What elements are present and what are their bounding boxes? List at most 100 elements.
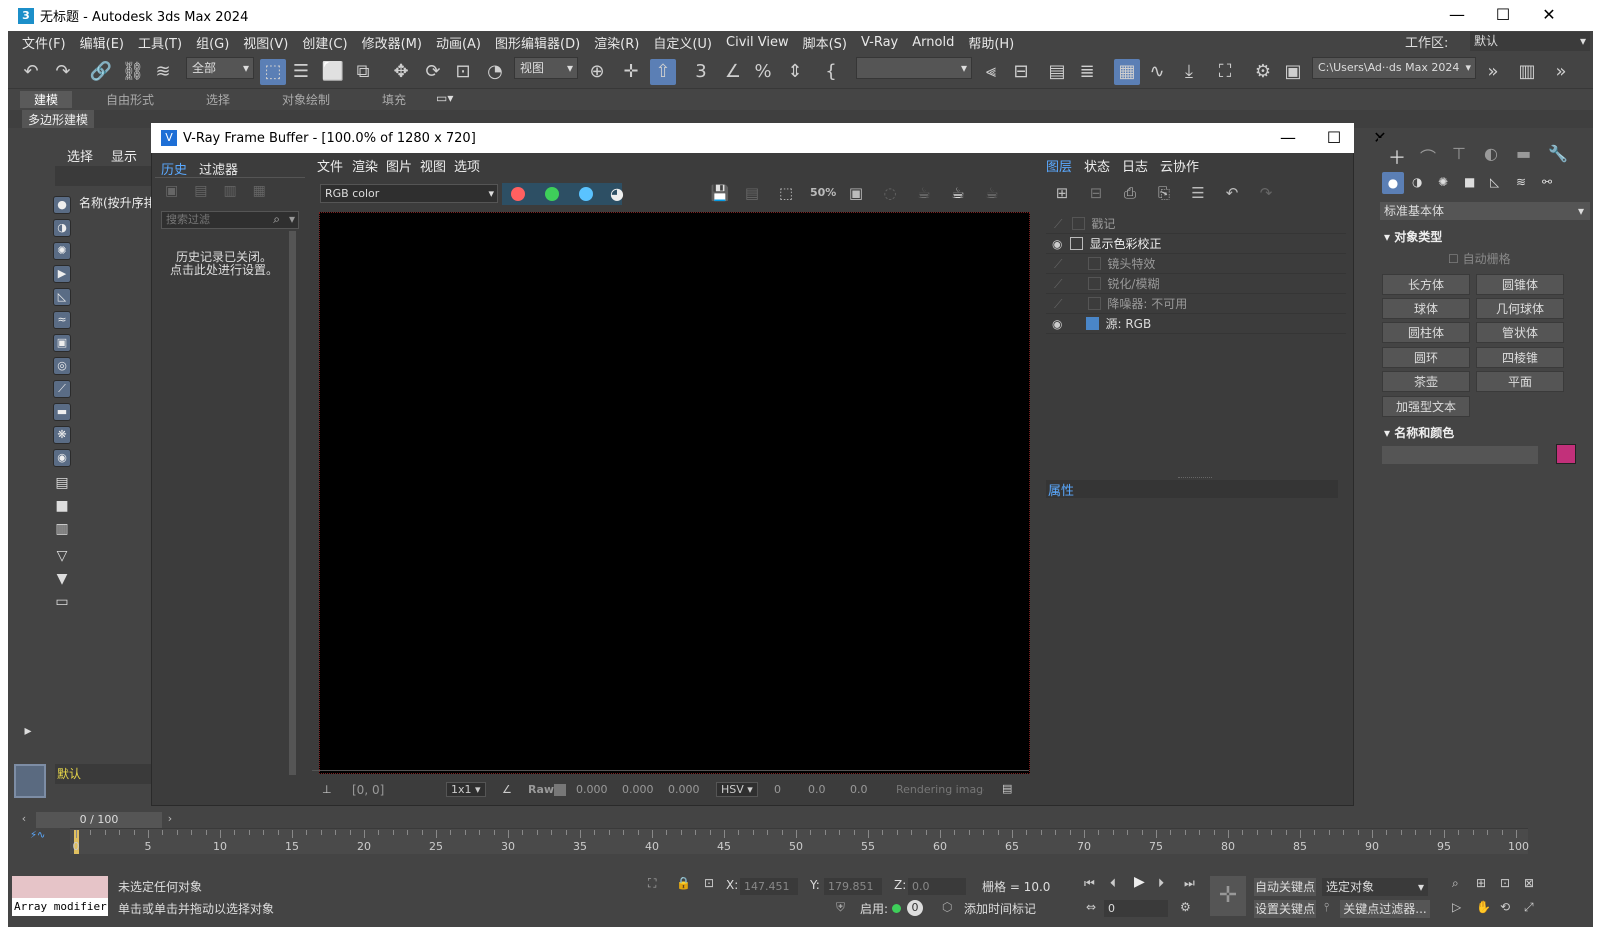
filter-hidden-icon[interactable]: ◉ bbox=[53, 449, 71, 467]
spacewarps-icon[interactable]: ≋ bbox=[1516, 175, 1526, 189]
maximize-button[interactable]: ☐ bbox=[1480, 0, 1526, 31]
torus-button[interactable]: 圆环 bbox=[1382, 347, 1470, 368]
pin-icon[interactable]: ⊥ bbox=[322, 783, 332, 796]
add-layer-icon[interactable]: ⊞ bbox=[1050, 181, 1074, 205]
plane-button[interactable]: 平面 bbox=[1476, 371, 1564, 392]
spinner-snap-icon[interactable]: ⇕ bbox=[782, 59, 808, 85]
key-filters-button[interactable]: 关键点过滤器... bbox=[1340, 900, 1430, 918]
scene-explorer-icon[interactable]: ▤ bbox=[1044, 59, 1070, 85]
named-selection-icon[interactable]: { bbox=[818, 59, 844, 85]
motion-tab-icon[interactable]: ◐ bbox=[1484, 144, 1498, 163]
key-selection-dropdown[interactable]: 选定对象 ▾ bbox=[1322, 878, 1428, 896]
curve-editor-icon[interactable]: ∿ bbox=[1144, 59, 1170, 85]
vfb-tab-log[interactable]: 日志 bbox=[1122, 156, 1148, 175]
funnel-icon[interactable]: ▼ bbox=[53, 570, 71, 588]
rotate-icon[interactable]: ⟳ bbox=[420, 59, 446, 85]
zoom-extents-all-icon[interactable]: ⊠ bbox=[1524, 876, 1534, 890]
mirror-icon[interactable]: ⫷ bbox=[978, 59, 1004, 85]
time-tag-icon[interactable]: ⬡ bbox=[942, 900, 952, 914]
bind-space-warp-icon[interactable]: ≋ bbox=[150, 59, 176, 85]
key-mode-icon[interactable]: ⇔ bbox=[1086, 900, 1096, 914]
render-canvas[interactable] bbox=[319, 212, 1030, 774]
time-slider[interactable]: 0 / 100 bbox=[36, 812, 162, 828]
workspace-dropdown[interactable]: 默认 ▾ bbox=[1470, 32, 1590, 51]
keyboard-shortcut-override-icon[interactable]: ⇧ bbox=[650, 59, 676, 85]
history-disabled-message[interactable]: 历史记录已关闭。 点击此处进行设置。 bbox=[159, 251, 289, 277]
play-arrow-icon[interactable]: ▸ bbox=[19, 722, 37, 740]
menu-scripting[interactable]: 脚本(S) bbox=[803, 33, 847, 52]
save-image-icon[interactable]: 💾 bbox=[708, 181, 732, 205]
layer-row-stamp[interactable]: ⟋ 戳记 bbox=[1046, 214, 1346, 234]
menu-views[interactable]: 视图(V) bbox=[243, 33, 288, 52]
log-icon[interactable]: ▤ bbox=[1002, 782, 1012, 795]
stop-render-icon[interactable]: ☕ bbox=[946, 181, 970, 205]
color-picker-icon[interactable]: ∠ bbox=[502, 783, 512, 796]
zoom-icon[interactable]: ⌕ bbox=[1452, 876, 1459, 891]
polygon-modeling-tab[interactable]: 多边形建模 bbox=[22, 110, 95, 128]
isolate-icon[interactable]: ⛶ bbox=[648, 876, 656, 891]
remove-layer-icon[interactable]: ⊟ bbox=[1084, 181, 1108, 205]
expand-toolbar-icon[interactable]: » bbox=[1480, 59, 1506, 85]
vfb-maximize-button[interactable]: ☐ bbox=[1311, 123, 1357, 154]
ribbon-tab-populate[interactable]: 填充 bbox=[382, 91, 406, 108]
document-icon[interactable]: ▥ bbox=[53, 520, 71, 538]
scene-search-box[interactable] bbox=[55, 166, 151, 186]
list-icon[interactable]: ▤ bbox=[53, 474, 71, 492]
goto-end-icon[interactable]: ⏭ bbox=[1184, 876, 1195, 891]
maxscript-listener-pink[interactable] bbox=[12, 876, 108, 898]
filter-containers-icon[interactable]: ▬ bbox=[53, 403, 71, 421]
layer-explorer-icon[interactable]: ≣ bbox=[1074, 59, 1100, 85]
vfb-tab-layers[interactable]: 图层 bbox=[1046, 156, 1072, 175]
cone-button[interactable]: 圆锥体 bbox=[1476, 274, 1564, 295]
object-name-field[interactable] bbox=[1382, 446, 1538, 464]
menu-vray[interactable]: V-Ray bbox=[861, 35, 898, 50]
layer-row-source[interactable]: ◉ 源: RGB bbox=[1046, 314, 1346, 334]
link-to-viewport-icon[interactable]: ▣ bbox=[844, 181, 868, 205]
filter-bones-icon[interactable]: ⟋ bbox=[53, 380, 71, 398]
pyramid-button[interactable]: 四棱锥 bbox=[1476, 347, 1564, 368]
menu-group[interactable]: 组(G) bbox=[196, 33, 229, 52]
object-color-swatch[interactable] bbox=[1556, 444, 1576, 464]
shapes-icon[interactable]: ◑ bbox=[1412, 175, 1422, 189]
next-key-icon[interactable]: ⏵ bbox=[1158, 876, 1164, 891]
display-tab-icon[interactable]: ▬ bbox=[1516, 144, 1531, 163]
menu-rendering[interactable]: 渲染(R) bbox=[594, 33, 639, 52]
close-button[interactable]: ✕ bbox=[1526, 0, 1572, 31]
prev-frame-icon[interactable]: ‹ bbox=[16, 812, 32, 828]
sphere-button[interactable]: 球体 bbox=[1382, 298, 1470, 319]
render-teapot-icon[interactable]: ☕ bbox=[912, 181, 936, 205]
zero-badge-icon[interactable]: 0 bbox=[907, 900, 923, 916]
rect-selection-icon[interactable]: ⬜ bbox=[320, 59, 346, 85]
cameras-icon[interactable]: ■ bbox=[1464, 175, 1475, 189]
filter-spacewarps-icon[interactable]: ≈ bbox=[53, 311, 71, 329]
box-button[interactable]: 长方体 bbox=[1382, 274, 1470, 295]
container-icon[interactable]: ▭ bbox=[53, 593, 71, 611]
menu-civil-view[interactable]: Civil View bbox=[726, 35, 789, 50]
absolute-mode-icon[interactable]: ⊡ bbox=[704, 876, 714, 890]
menu-customize[interactable]: 自定义(U) bbox=[653, 33, 712, 52]
expand-toolbar-icon-2[interactable]: » bbox=[1548, 59, 1574, 85]
auto-key-button[interactable]: 自动关键点 bbox=[1254, 878, 1316, 896]
text-plus-button[interactable]: 加强型文本 bbox=[1382, 396, 1470, 417]
systems-icon[interactable]: ⚯ bbox=[1542, 175, 1552, 189]
name-color-rollout[interactable]: ▾ 名称和颜色 bbox=[1384, 424, 1454, 441]
lock-icon[interactable]: 🔒 bbox=[676, 876, 691, 890]
fov-icon[interactable]: ▷ bbox=[1452, 900, 1461, 914]
color-mode-dropdown[interactable]: HSV ▾ bbox=[716, 782, 758, 797]
vfb-minimize-button[interactable]: — bbox=[1265, 123, 1311, 154]
save-icon[interactable]: ▥ bbox=[1514, 59, 1540, 85]
unlink-icon[interactable]: ⛓ bbox=[120, 59, 146, 85]
alpha-channel-icon[interactable]: ◕ bbox=[610, 184, 624, 203]
maxscript-input[interactable]: Array modifier bbox=[12, 898, 108, 916]
save-layers-icon[interactable]: ⎙ bbox=[1118, 181, 1142, 205]
zoom-all-icon[interactable]: ⊞ bbox=[1476, 876, 1486, 890]
layer-row-denoiser[interactable]: ⟋ 降噪器: 不可用 bbox=[1046, 294, 1346, 314]
maximize-viewport-icon[interactable]: ⤢ bbox=[1524, 900, 1534, 915]
vfb-menu-render[interactable]: 渲染 bbox=[352, 156, 378, 175]
add-time-tag[interactable]: 添加时间标记 bbox=[964, 900, 1036, 917]
prev-key-icon[interactable]: ⏴ bbox=[1110, 876, 1116, 891]
menu-file[interactable]: 文件(F) bbox=[22, 33, 66, 52]
layer-row-sharpen[interactable]: ⟋ 锐化/模糊 bbox=[1046, 274, 1346, 294]
render-setup-icon[interactable]: ⚙ bbox=[1250, 59, 1276, 85]
named-selection-dropdown[interactable]: ▾ bbox=[856, 57, 972, 79]
